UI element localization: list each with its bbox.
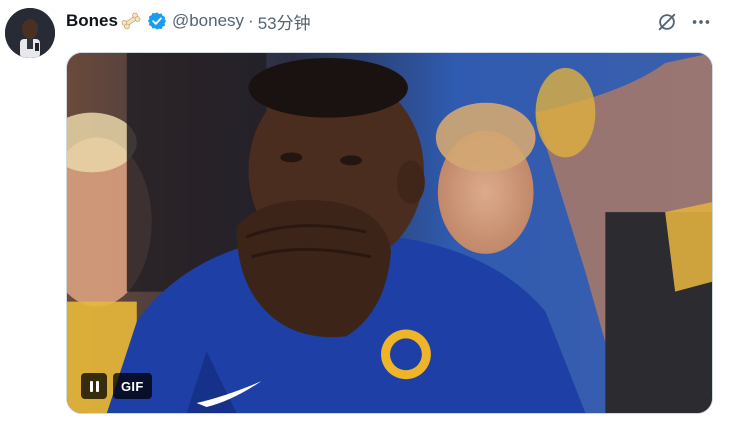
bone-icon <box>120 12 142 30</box>
more-icon[interactable] <box>689 10 713 34</box>
gif-frame-image <box>67 53 712 413</box>
grok-icon[interactable] <box>655 10 679 34</box>
gif-badge: GIF <box>113 373 152 399</box>
verified-badge-icon[interactable] <box>147 11 167 31</box>
author-avatar[interactable] <box>5 8 55 58</box>
tweet-header: Bones @bonesy · 53分钟 <box>66 9 311 33</box>
separator-dot: · <box>248 11 254 30</box>
gif-controls: GIF <box>81 373 152 399</box>
author-name[interactable]: Bones <box>66 11 118 31</box>
pause-icon[interactable] <box>81 373 107 399</box>
author-handle[interactable]: @bonesy <box>172 11 244 31</box>
timestamp[interactable]: 53分钟 <box>258 9 311 34</box>
gif-media[interactable]: GIF <box>66 52 713 414</box>
